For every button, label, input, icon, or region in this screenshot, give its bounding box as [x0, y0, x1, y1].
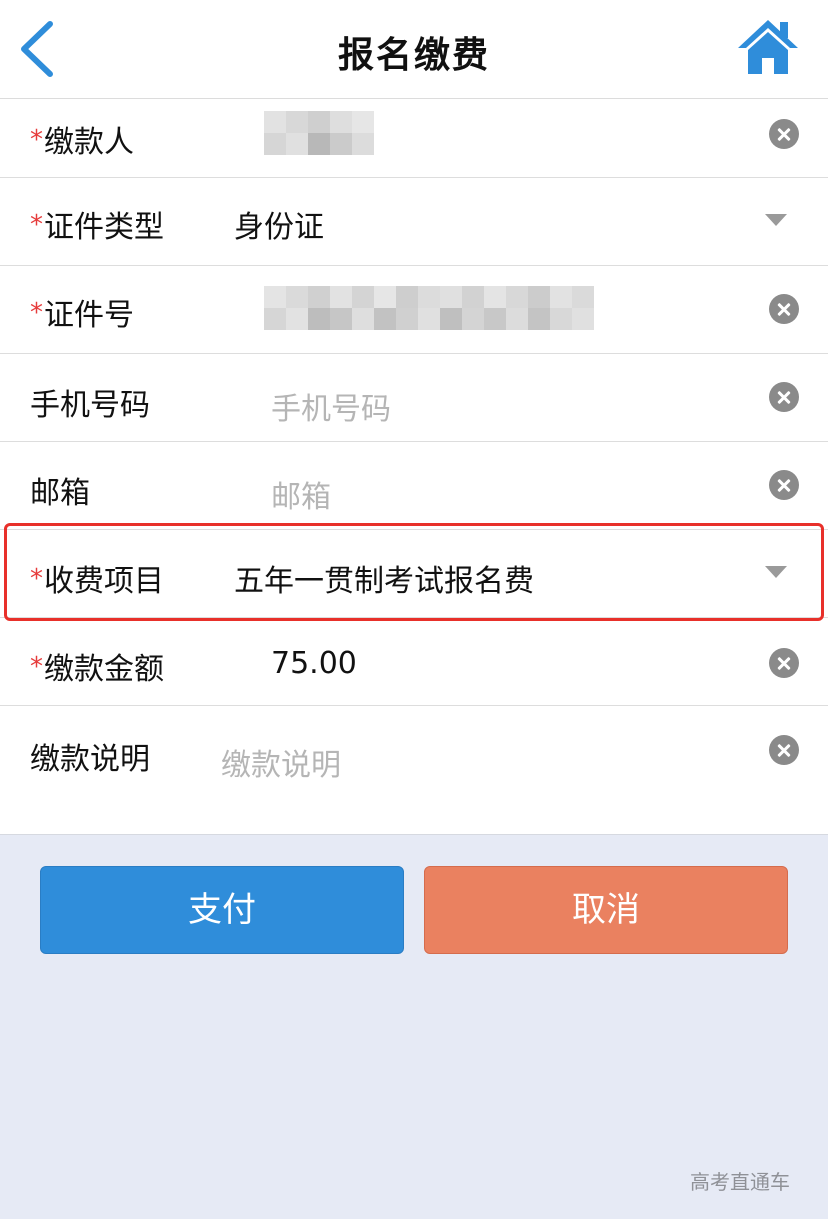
email-row: 邮箱 邮箱	[0, 442, 828, 530]
id-type-select[interactable]: 身份证	[234, 202, 324, 246]
phone-label: 手机号码	[30, 388, 150, 423]
note-label: 缴款说明	[30, 742, 150, 777]
note-clear-button[interactable]	[769, 735, 799, 765]
email-input[interactable]: 邮箱	[271, 472, 331, 516]
phone-input[interactable]: 手机号码	[271, 384, 391, 428]
email-label: 邮箱	[30, 476, 90, 511]
id-number-clear-button[interactable]	[769, 294, 799, 324]
id-number-input[interactable]	[264, 286, 594, 330]
pay-button[interactable]: 支付	[40, 866, 404, 954]
id-number-label: *证件号	[30, 298, 134, 333]
note-textarea[interactable]: 缴款说明	[221, 740, 341, 784]
amount-label: *缴款金额	[30, 652, 164, 687]
required-mark: *	[30, 652, 43, 682]
id-type-row: *证件类型 身份证	[0, 178, 828, 266]
phone-row: 手机号码 手机号码	[0, 354, 828, 442]
fee-item-highlight-box	[4, 523, 824, 621]
phone-clear-button[interactable]	[769, 382, 799, 412]
payer-clear-button[interactable]	[769, 119, 799, 149]
id-number-row: *证件号	[0, 266, 828, 354]
payer-input[interactable]	[264, 111, 374, 155]
payer-label: *缴款人	[30, 125, 134, 160]
id-type-label: *证件类型	[30, 210, 164, 245]
home-button[interactable]	[736, 18, 800, 76]
email-clear-button[interactable]	[769, 470, 799, 500]
page-title: 报名缴费	[337, 35, 490, 76]
cancel-button[interactable]: 取消	[424, 866, 788, 954]
top-navigation-bar: 报名缴费	[0, 0, 828, 99]
payer-row: *缴款人	[0, 99, 828, 178]
dropdown-arrow-icon[interactable]	[765, 214, 787, 226]
required-mark: *	[30, 298, 43, 328]
required-mark: *	[30, 210, 43, 240]
amount-clear-button[interactable]	[769, 648, 799, 678]
note-row: 缴款说明 缴款说明	[0, 706, 828, 835]
required-mark: *	[30, 125, 43, 155]
amount-row: *缴款金额 75.00	[0, 618, 828, 706]
home-icon	[738, 20, 798, 74]
watermark: 高考直通车	[690, 1170, 790, 1194]
payment-form: *缴款人 *证件类型 身份证 *证件号 手机号码 手机号码 邮箱 邮箱 *收费项…	[0, 99, 828, 835]
amount-input[interactable]: 75.00	[271, 646, 357, 681]
